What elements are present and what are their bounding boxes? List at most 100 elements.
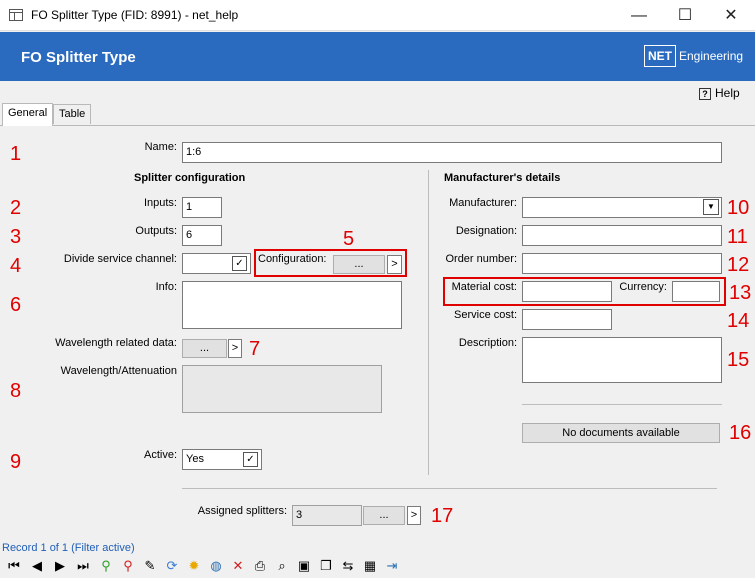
link-icon[interactable]: ⇆ [340,558,356,574]
remove-filter-icon[interactable]: ⚲ [120,558,136,574]
wavelength-ellipsis-button[interactable]: ... [182,339,227,358]
annotation-11: 11 [727,226,748,248]
order-number-label: Order number: [445,253,517,265]
documents-button[interactable]: No documents available [522,423,720,443]
service-cost-label: Service cost: [454,309,517,321]
tab-table[interactable]: Table [53,104,92,124]
annotation-17: 17 [431,505,454,527]
outputs-field[interactable]: 6 [182,225,222,246]
description-textarea[interactable] [522,337,722,383]
help-button[interactable]: ? Help [699,86,740,100]
inputs-label: Inputs: [143,197,177,209]
help-icon: ? [699,88,711,100]
active-checkbox[interactable]: ✓ [243,452,258,467]
annotation-14: 14 [727,310,750,332]
maximize-button[interactable]: ☐ [662,0,708,31]
annotation-15: 15 [727,349,750,371]
record-toolbar: ⏮ ◀ ▶ ⏭ ⚲ ⚲ ✎ ⟳ ✹ ◍ ✕ ⎙ ⌕ ▣ ❐ ⇆ ▦ ⇥ [0,554,755,578]
assigned-splitters-arrow-button[interactable]: > [407,506,421,525]
prev-record-icon[interactable]: ◀ [29,558,45,574]
assigned-splitters-label: Assigned splitters: [197,505,287,517]
wavelength-arrow-button[interactable]: > [228,339,242,358]
chevron-down-icon[interactable]: ▼ [703,199,719,215]
first-record-icon[interactable]: ⏮ [6,558,22,574]
documents-divider [522,404,722,405]
designation-field[interactable] [522,225,722,246]
select-icon[interactable]: ▣ [296,558,312,574]
material-cost-label: Material cost: [451,281,517,293]
tab-divider [0,125,755,126]
assigned-splitters-ellipsis-button[interactable]: ... [363,506,405,525]
annotation-8: 8 [10,380,22,402]
manufacturer-label: Manufacturer: [449,197,517,209]
print-icon[interactable]: ⎙ [252,558,268,574]
annotation-5: 5 [343,228,355,250]
annotation-1: 1 [10,143,22,165]
column-divider [428,170,429,475]
manufacturer-heading: Manufacturer's details [444,172,561,184]
order-number-field[interactable] [522,253,722,274]
annotation-2: 2 [10,197,22,219]
outputs-label: Outputs: [135,225,177,237]
annotation-4: 4 [10,255,22,277]
exit-icon[interactable]: ⇥ [384,558,400,574]
engineering-logo-text: Engineering [679,49,744,63]
next-record-icon[interactable]: ▶ [52,558,68,574]
annotation-6: 6 [10,294,22,316]
table-edit-icon[interactable]: ▦ [362,558,378,574]
globe-icon[interactable]: ◍ [208,558,224,574]
annotation-9: 9 [10,451,22,473]
add-filter-icon[interactable]: ⚲ [98,558,114,574]
record-status: Record 1 of 1 (Filter active) [2,542,135,554]
configuration-label: Configuration: [258,253,327,265]
service-cost-field[interactable] [522,309,612,330]
assigned-splitters-field: 3 [292,505,362,526]
inputs-field[interactable]: 1 [182,197,222,218]
minimize-button[interactable]: — [616,0,662,31]
divide-service-channel-field[interactable]: ✓ [182,253,251,274]
bottom-divider [182,488,717,489]
wavelength-attenuation-label: Wavelength/Attenuation [60,365,177,377]
tab-general[interactable]: General [2,103,54,126]
annotation-3: 3 [10,226,22,248]
name-label: Name: [144,141,177,153]
annotation-10: 10 [727,197,750,219]
last-record-icon[interactable]: ⏭ [75,558,91,574]
wavelength-data-label: Wavelength related data: [55,337,177,349]
active-value: Yes [186,453,204,465]
active-label: Active: [143,449,177,461]
highlight-icon[interactable]: ✹ [186,558,202,574]
edit-icon[interactable]: ✎ [142,558,158,574]
help-label: Help [715,86,740,100]
divide-service-channel-checkbox[interactable]: ✓ [232,256,247,271]
splitter-config-heading: Splitter configuration [134,172,246,184]
divide-service-channel-label: Divide service channel: [63,253,177,265]
material-cost-field[interactable] [522,281,612,302]
manufacturer-select[interactable]: ▼ [522,197,722,218]
annotation-16: 16 [729,422,752,444]
refresh-icon[interactable]: ⟳ [164,558,180,574]
configuration-arrow-button[interactable]: > [387,255,402,274]
annotation-13: 13 [729,282,752,304]
wavelength-attenuation-field [182,365,382,413]
info-textarea[interactable] [182,281,402,329]
net-logo: NET [644,45,676,67]
app-icon [9,9,23,21]
name-field[interactable]: 1:6 [182,142,722,163]
configuration-ellipsis-button[interactable]: ... [333,255,385,274]
window-title: FO Splitter Type (FID: 8991) - net_help [31,8,239,22]
currency-field[interactable] [672,281,720,302]
description-label: Description: [458,337,517,349]
annotation-12: 12 [727,254,750,276]
annotation-7: 7 [249,338,261,360]
search-icon[interactable]: ⌕ [274,558,290,574]
close-button[interactable]: ✕ [708,0,754,31]
window-titlebar: FO Splitter Type (FID: 8991) - net_help … [0,0,755,31]
copy-icon[interactable]: ❐ [318,558,334,574]
currency-label: Currency: [619,281,667,293]
info-label: Info: [155,281,177,293]
active-field[interactable]: Yes ✓ [182,449,262,470]
designation-label: Designation: [455,225,517,237]
page-title: FO Splitter Type [21,49,136,66]
delete-icon[interactable]: ✕ [230,558,246,574]
